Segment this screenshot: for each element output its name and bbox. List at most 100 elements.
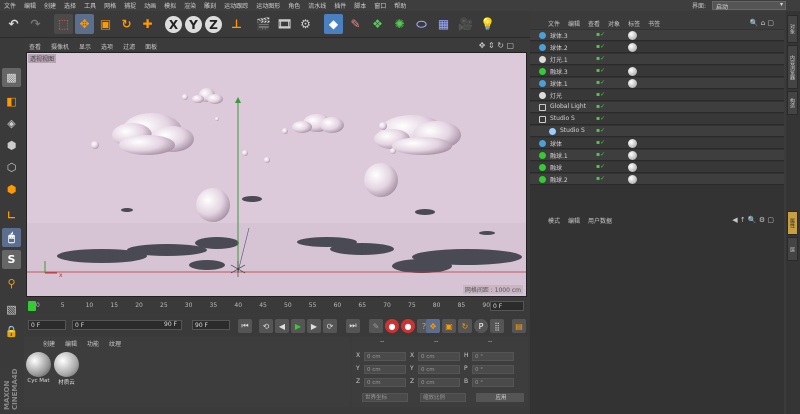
workplane-mode-icon[interactable]: ⬢ — [2, 136, 21, 155]
move-icon[interactable]: ✥ — [75, 14, 94, 34]
cloner-icon[interactable]: ✺ — [390, 14, 409, 34]
goto-start-icon[interactable]: ⏮ — [238, 319, 252, 333]
polygon-mode-icon[interactable]: ∟ — [2, 206, 21, 225]
visibility-check-icon[interactable]: ▪✓ — [596, 79, 605, 86]
visibility-check-icon[interactable]: ▪✓ — [596, 31, 605, 38]
coord-value-field[interactable]: 0 cm — [418, 365, 460, 374]
coord-value-field[interactable]: 0 ° — [472, 352, 514, 361]
viewport-menu-item[interactable]: 面板 — [140, 42, 162, 51]
object-row[interactable]: 球体.1 ▪✓ — [530, 78, 784, 89]
object-row[interactable]: 融球 ▪✓ — [530, 162, 784, 173]
texture-mode-icon[interactable]: ◈ — [2, 114, 21, 133]
visibility-check-icon[interactable]: ▪✓ — [596, 175, 605, 182]
x-axis-button[interactable]: X — [165, 16, 182, 33]
layout-select[interactable]: 启动 — [712, 1, 786, 11]
cube-icon[interactable]: ◆ — [324, 14, 343, 34]
scale-icon[interactable]: ▣ — [96, 14, 115, 34]
right-tab[interactable]: 内容浏览器 — [787, 45, 798, 89]
start-frame-field[interactable]: 0 F — [28, 320, 66, 330]
record-icon[interactable]: ● — [385, 319, 399, 333]
subdivision-icon[interactable]: ❖ — [368, 14, 387, 34]
menu-item[interactable]: 工具 — [80, 1, 100, 10]
object-row[interactable]: 融球.2 ▪✓ — [530, 174, 784, 185]
render-picture-icon[interactable]: 🎞 — [275, 14, 294, 34]
light-icon[interactable]: 💡 — [478, 14, 497, 34]
prev-frame-icon[interactable]: ◀ — [275, 319, 289, 333]
timeline-window-icon[interactable]: ▤ — [512, 319, 526, 333]
timeline-playhead[interactable] — [28, 301, 36, 311]
scale-mode-select[interactable]: 缩放比例 — [420, 393, 466, 402]
current-frame-field[interactable]: 0 F — [490, 301, 524, 311]
visibility-check-icon[interactable]: ▪✓ — [596, 103, 605, 110]
menu-item[interactable]: 创建 — [40, 1, 60, 10]
coord-value-field[interactable]: 0 cm — [364, 365, 406, 374]
play-icon[interactable]: ▶ — [291, 319, 305, 333]
lock-workplane-icon[interactable]: 🔒 — [2, 322, 21, 341]
object-row[interactable]: 球体.3 ▪✓ — [530, 30, 784, 41]
material-tag-icon[interactable] — [628, 163, 637, 172]
right-tab[interactable]: 属性 — [787, 211, 798, 235]
pen-icon[interactable]: ✎ — [346, 14, 365, 34]
perspective-viewport[interactable]: x 透视视图 网格间距 : 1000 cm — [26, 52, 527, 297]
attribute-menu-item[interactable]: 用户数据 — [584, 216, 616, 225]
right-tab[interactable]: 对象 — [787, 15, 798, 43]
next-key-icon[interactable]: ⟳ — [323, 319, 337, 333]
next-frame-icon[interactable]: ▶ — [307, 319, 321, 333]
visibility-check-icon[interactable]: ▪✓ — [596, 115, 605, 122]
visibility-check-icon[interactable]: ▪✓ — [596, 163, 605, 170]
coord-value-field[interactable]: 0 cm — [364, 378, 406, 387]
material-menu-item[interactable]: 功能 — [82, 339, 104, 348]
timeline[interactable]: 0 5 10 15 20 25 30 35 40 45 50 55 60 65 70 75 80 85 90 0 F — [26, 298, 527, 314]
visibility-check-icon[interactable]: ▪✓ — [596, 151, 605, 158]
viewport-menu-item[interactable]: 显示 — [74, 42, 96, 51]
material-swatch[interactable]: Cyc Mat — [25, 351, 52, 389]
menu-item[interactable]: 角色 — [284, 1, 304, 10]
y-axis-button[interactable]: Y — [185, 16, 202, 33]
make-editable-icon[interactable]: ▩ — [2, 68, 21, 87]
right-tab[interactable]: 层 — [787, 237, 798, 261]
material-menu-item[interactable]: 纹理 — [104, 339, 126, 348]
key-mode-icon[interactable]: ✎ — [369, 319, 383, 333]
menu-item[interactable]: 选择 — [60, 1, 80, 10]
visibility-check-icon[interactable]: ▪✓ — [596, 91, 605, 98]
coord-value-field[interactable]: 0 cm — [418, 378, 460, 387]
deformer-icon[interactable]: ⬭ — [412, 14, 431, 34]
auto-key-icon[interactable]: ● — [401, 319, 415, 333]
material-menu-item[interactable]: 编辑 — [60, 339, 82, 348]
attribute-menu-item[interactable]: 模式 — [544, 216, 564, 225]
material-swatch[interactable]: 材质云 — [53, 351, 80, 389]
live-select-icon[interactable]: ⬚ — [54, 14, 73, 34]
visibility-check-icon[interactable]: ▪✓ — [596, 67, 605, 74]
material-tag-icon[interactable] — [628, 175, 637, 184]
add-icon[interactable]: ✚ — [138, 14, 157, 34]
tweak-icon[interactable]: S — [2, 250, 21, 269]
coord-mode-select[interactable]: 世界坐标 — [362, 393, 408, 402]
key-param-icon[interactable]: P — [474, 319, 488, 333]
point-mode-icon[interactable]: ⬡ — [2, 158, 21, 177]
object-row[interactable]: 球体.2 ▪✓ — [530, 42, 784, 53]
menu-item[interactable]: 运动跟踪 — [220, 1, 252, 10]
object-menu-item[interactable]: 对象 — [604, 19, 624, 28]
menu-item[interactable]: 编辑 — [20, 1, 40, 10]
menu-item[interactable]: 插件 — [330, 1, 350, 10]
attribute-menu-item[interactable]: 编辑 — [564, 216, 584, 225]
viewport-menu-item[interactable]: 查看 — [24, 42, 46, 51]
right-tab[interactable]: 构造 — [787, 91, 798, 115]
coord-system-icon[interactable]: ⊥ — [227, 14, 246, 34]
z-axis-button[interactable]: Z — [205, 16, 222, 33]
material-tag-icon[interactable] — [628, 79, 637, 88]
rotate-icon[interactable]: ↻ — [117, 14, 136, 34]
prev-key-icon[interactable]: ⟲ — [259, 319, 273, 333]
material-tag-icon[interactable] — [628, 151, 637, 160]
snap-icon[interactable]: ⚲ — [2, 274, 21, 293]
undo-icon[interactable]: ↶ — [4, 14, 23, 34]
menu-item[interactable]: 捕捉 — [120, 1, 140, 10]
object-row[interactable]: Studio S ▪✓ — [530, 114, 784, 125]
menu-item[interactable]: 脚本 — [350, 1, 370, 10]
object-row[interactable]: 球体 ▪✓ — [530, 138, 784, 149]
camera-icon[interactable]: 🎥 — [456, 14, 475, 34]
coord-value-field[interactable]: 0 ° — [472, 365, 514, 374]
menu-item[interactable]: 文件 — [0, 1, 20, 10]
viewport-menu-item[interactable]: 摄像机 — [46, 42, 74, 51]
redo-icon[interactable]: ↷ — [26, 14, 45, 34]
